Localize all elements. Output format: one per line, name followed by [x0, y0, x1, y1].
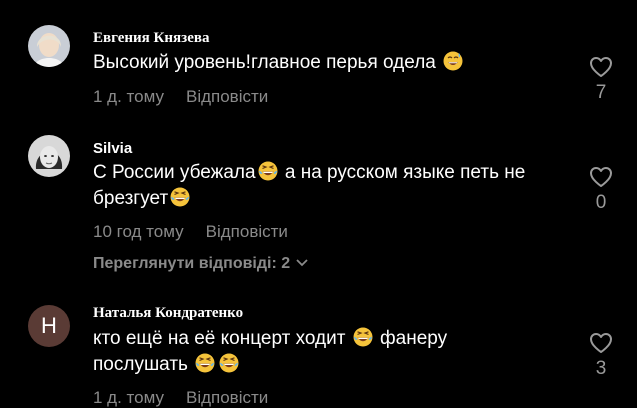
comment-text: кто ещё на её концерт ходит фанеру послуш…	[93, 326, 573, 378]
comment-time: 1 д. тому	[93, 87, 164, 106]
like-count: 7	[595, 82, 607, 103]
laughing-tears-emoji	[219, 353, 239, 373]
reply-button[interactable]: Відповісти	[186, 388, 268, 407]
comment-meta: 1 д. тому Відповісти	[93, 388, 268, 408]
avatar[interactable]	[28, 25, 70, 67]
avatar[interactable]: Н	[28, 305, 70, 347]
like-button[interactable]: 0	[586, 166, 616, 214]
comment-time: 1 д. тому	[93, 388, 164, 407]
comment-text: С России убежала а на русском языке петь…	[93, 160, 573, 212]
view-replies-button[interactable]: Переглянути відповіді: 2	[93, 255, 308, 273]
comment-meta: 10 год тому Відповісти	[93, 222, 288, 242]
comment-author[interactable]: Silvia	[93, 140, 132, 157]
comment-text-line1a: кто ещё на её концерт ходит	[93, 328, 351, 349]
like-button[interactable]: 7	[586, 56, 616, 104]
comment-text-line1: С России убежала	[93, 162, 256, 183]
comment-text-part: Высокий уровень!главное перья одела	[93, 52, 442, 73]
reply-button[interactable]: Відповісти	[206, 222, 288, 241]
comment-author[interactable]: Наталья Кондратенко	[93, 305, 243, 322]
comment-meta: 1 д. тому Відповісти	[93, 87, 268, 107]
comment-text-line1b: а на русском языке петь не	[279, 162, 526, 183]
avatar[interactable]	[28, 135, 70, 177]
heart-outline-icon	[590, 333, 612, 353]
comment-text: Высокий уровень!главное перья одела	[93, 50, 573, 76]
like-count: 3	[595, 358, 607, 379]
heart-outline-icon	[590, 57, 612, 77]
comment-text-line1b: фанеру	[374, 328, 448, 349]
comment-text-line2: послушать	[93, 354, 194, 375]
comment-time: 10 год тому	[93, 222, 184, 241]
laughing-tears-emoji	[170, 187, 190, 207]
heart-outline-icon	[590, 167, 612, 187]
comment-author[interactable]: Евгения Князева	[93, 30, 209, 47]
chevron-down-icon	[296, 259, 308, 267]
like-count: 0	[595, 192, 607, 213]
laughing-tears-emoji	[258, 161, 278, 181]
reply-button[interactable]: Відповісти	[186, 87, 268, 106]
laughing-tears-emoji	[353, 327, 373, 347]
like-button[interactable]: 3	[586, 332, 616, 380]
view-replies-label: Переглянути відповіді: 2	[93, 255, 291, 272]
laughing-tears-emoji	[195, 353, 215, 373]
grinning-sweat-emoji	[443, 51, 463, 71]
comment-text-line2: брезгует	[93, 188, 169, 209]
